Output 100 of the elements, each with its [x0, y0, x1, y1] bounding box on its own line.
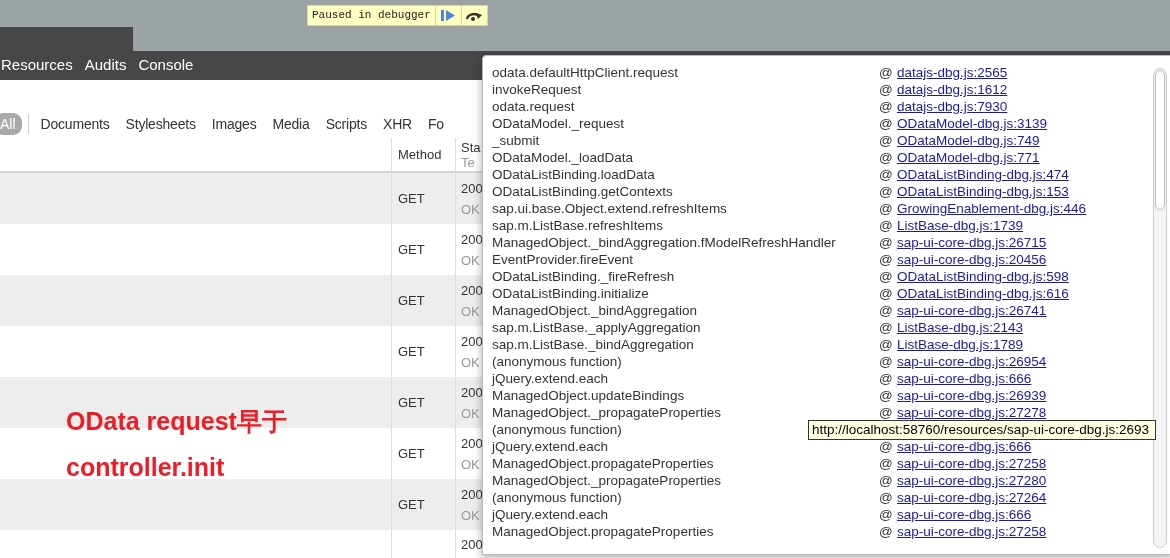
function-name: _submit [492, 132, 541, 149]
function-name: ODataListBinding.initialize [492, 285, 650, 302]
filter-tab[interactable]: Documents [32, 113, 118, 135]
source-link[interactable]: datajs-dbg.js:2565 [897, 64, 1008, 81]
source-link[interactable]: ODataListBinding-dbg.js:616 [897, 285, 1069, 302]
source-link[interactable]: sap-ui-core-dbg.js:20456 [897, 251, 1047, 268]
at-sign: @ [879, 285, 894, 302]
at-sign: @ [879, 217, 894, 234]
at-sign: @ [879, 489, 894, 506]
function-name: ManagedObject._bindAggregation [492, 302, 698, 319]
panel-tab[interactable]: Audits [84, 54, 127, 77]
source-link[interactable]: ListBase-dbg.js:2143 [897, 319, 1024, 336]
function-name: ManagedObject._propagateProperties [492, 472, 722, 489]
table-cell-text: OK [461, 302, 481, 321]
function-name: sap.m.ListBase._bindAggregation [492, 336, 695, 353]
source-link[interactable]: ODataModel-dbg.js:771 [897, 149, 1040, 166]
source-link[interactable]: datajs-dbg.js:7930 [897, 98, 1008, 115]
table-cell-text: 200 [461, 281, 483, 300]
source-link[interactable]: sap-ui-core-dbg.js:666 [897, 370, 1032, 387]
scrollbar-thumb[interactable] [1155, 70, 1165, 210]
at-sign: @ [879, 183, 894, 200]
annotation: OData request早于 controller.init [66, 406, 287, 483]
filter-tab[interactable]: Stylesheets [117, 113, 204, 135]
source-link[interactable]: sap-ui-core-dbg.js:26741 [897, 302, 1047, 319]
filter-tab[interactable]: Fo [420, 113, 452, 135]
function-name: ManagedObject._propagateProperties [492, 404, 722, 421]
source-link[interactable]: datajs-dbg.js:1612 [897, 81, 1008, 98]
filter-tab[interactable]: Images [203, 113, 265, 135]
at-sign: @ [879, 353, 894, 370]
function-name: (anonymous function) [492, 489, 623, 506]
table-cell-text: GET [398, 393, 425, 412]
filter-tab[interactable]: XHR [375, 113, 420, 135]
table-cell-text: OK [461, 506, 481, 525]
source-link[interactable]: ODataModel-dbg.js:3139 [897, 115, 1048, 132]
at-sign: @ [879, 132, 894, 149]
function-name: jQuery.extend.each [492, 370, 610, 387]
paused-label: Paused in debugger [311, 8, 432, 23]
function-name: invokeRequest [492, 81, 583, 98]
table-cell-text: GET [398, 291, 425, 310]
step-over-icon [465, 10, 484, 21]
function-name: ManagedObject.propagateProperties [492, 523, 715, 540]
panel-tab[interactable]: Console [138, 54, 194, 77]
table-cell-text: GET [398, 189, 425, 208]
column-header[interactable]: Sta [461, 139, 481, 155]
panel-tab[interactable]: Resources [1, 54, 73, 77]
source-link[interactable]: sap-ui-core-dbg.js:27258 [897, 523, 1047, 540]
source-link[interactable]: sap-ui-core-dbg.js:26939 [897, 387, 1047, 404]
function-name: ODataModel._request [492, 115, 626, 132]
source-link[interactable]: ODataListBinding-dbg.js:474 [897, 166, 1069, 183]
table-cell-text: OK [461, 455, 481, 474]
function-name: sap.m.ListBase._applyAggregation [492, 319, 702, 336]
at-sign: @ [879, 404, 894, 421]
table-cell-text: 200 [461, 230, 483, 249]
table-cell-text: 200 [461, 485, 483, 504]
at-sign: @ [879, 523, 894, 540]
source-link[interactable]: ListBase-dbg.js:1789 [897, 336, 1024, 353]
filter-tab[interactable]: Media [264, 113, 318, 135]
source-link[interactable]: ODataModel-dbg.js:749 [897, 132, 1040, 149]
table-cell-text: 200 [461, 434, 483, 453]
function-name: jQuery.extend.each [492, 438, 610, 455]
function-name: odata.request [492, 98, 576, 115]
at-sign: @ [879, 149, 894, 166]
function-name: ManagedObject.updateBindings [492, 387, 686, 404]
table-cell-text: 200 [461, 332, 483, 351]
at-sign: @ [879, 115, 894, 132]
at-sign: @ [879, 166, 894, 183]
source-link[interactable]: ODataListBinding-dbg.js:598 [897, 268, 1069, 285]
at-sign: @ [879, 81, 894, 98]
source-link[interactable]: ODataListBinding-dbg.js:153 [897, 183, 1069, 200]
table-cell-text: GET [398, 240, 425, 259]
function-name: ODataModel._loadData [492, 149, 635, 166]
source-link[interactable]: sap-ui-core-dbg.js:26715 [897, 234, 1047, 251]
at-sign: @ [879, 336, 894, 353]
at-sign: @ [879, 234, 894, 251]
function-name: jQuery.extend.each [492, 506, 610, 523]
source-link[interactable]: sap-ui-core-dbg.js:27278 [897, 404, 1047, 421]
column-subheader: Te [461, 154, 476, 170]
at-sign: @ [879, 472, 894, 489]
function-name: ODataListBinding._fireRefresh [492, 268, 676, 285]
source-link[interactable]: ListBase-dbg.js:1739 [897, 217, 1024, 234]
column-header[interactable]: Method [398, 144, 442, 165]
at-sign: @ [879, 370, 894, 387]
source-link[interactable]: sap-ui-core-dbg.js:27258 [897, 455, 1047, 472]
function-name: odata.defaultHttpClient.request [492, 64, 680, 81]
table-cell-text: 200 [461, 536, 483, 554]
at-sign: @ [879, 251, 894, 268]
table-cell-text: GET [398, 495, 425, 514]
source-link[interactable]: sap-ui-core-dbg.js:26954 [897, 353, 1047, 370]
at-sign: @ [879, 302, 894, 319]
table-cell-text: GET [398, 444, 425, 463]
function-name: sap.ui.base.Object.extend.refreshItems [492, 200, 728, 217]
source-link[interactable]: sap-ui-core-dbg.js:666 [897, 506, 1032, 523]
source-link[interactable]: sap-ui-core-dbg.js:666 [897, 438, 1032, 455]
function-name: sap.m.ListBase.refreshItems [492, 217, 665, 234]
source-link[interactable]: GrowingEnablement-dbg.js:446 [897, 200, 1087, 217]
source-link[interactable]: sap-ui-core-dbg.js:27264 [897, 489, 1047, 506]
filter-tab[interactable]: Scripts [317, 113, 375, 135]
at-sign: @ [879, 455, 894, 472]
source-link[interactable]: sap-ui-core-dbg.js:27280 [897, 472, 1047, 489]
table-cell-text: OK [461, 353, 481, 372]
